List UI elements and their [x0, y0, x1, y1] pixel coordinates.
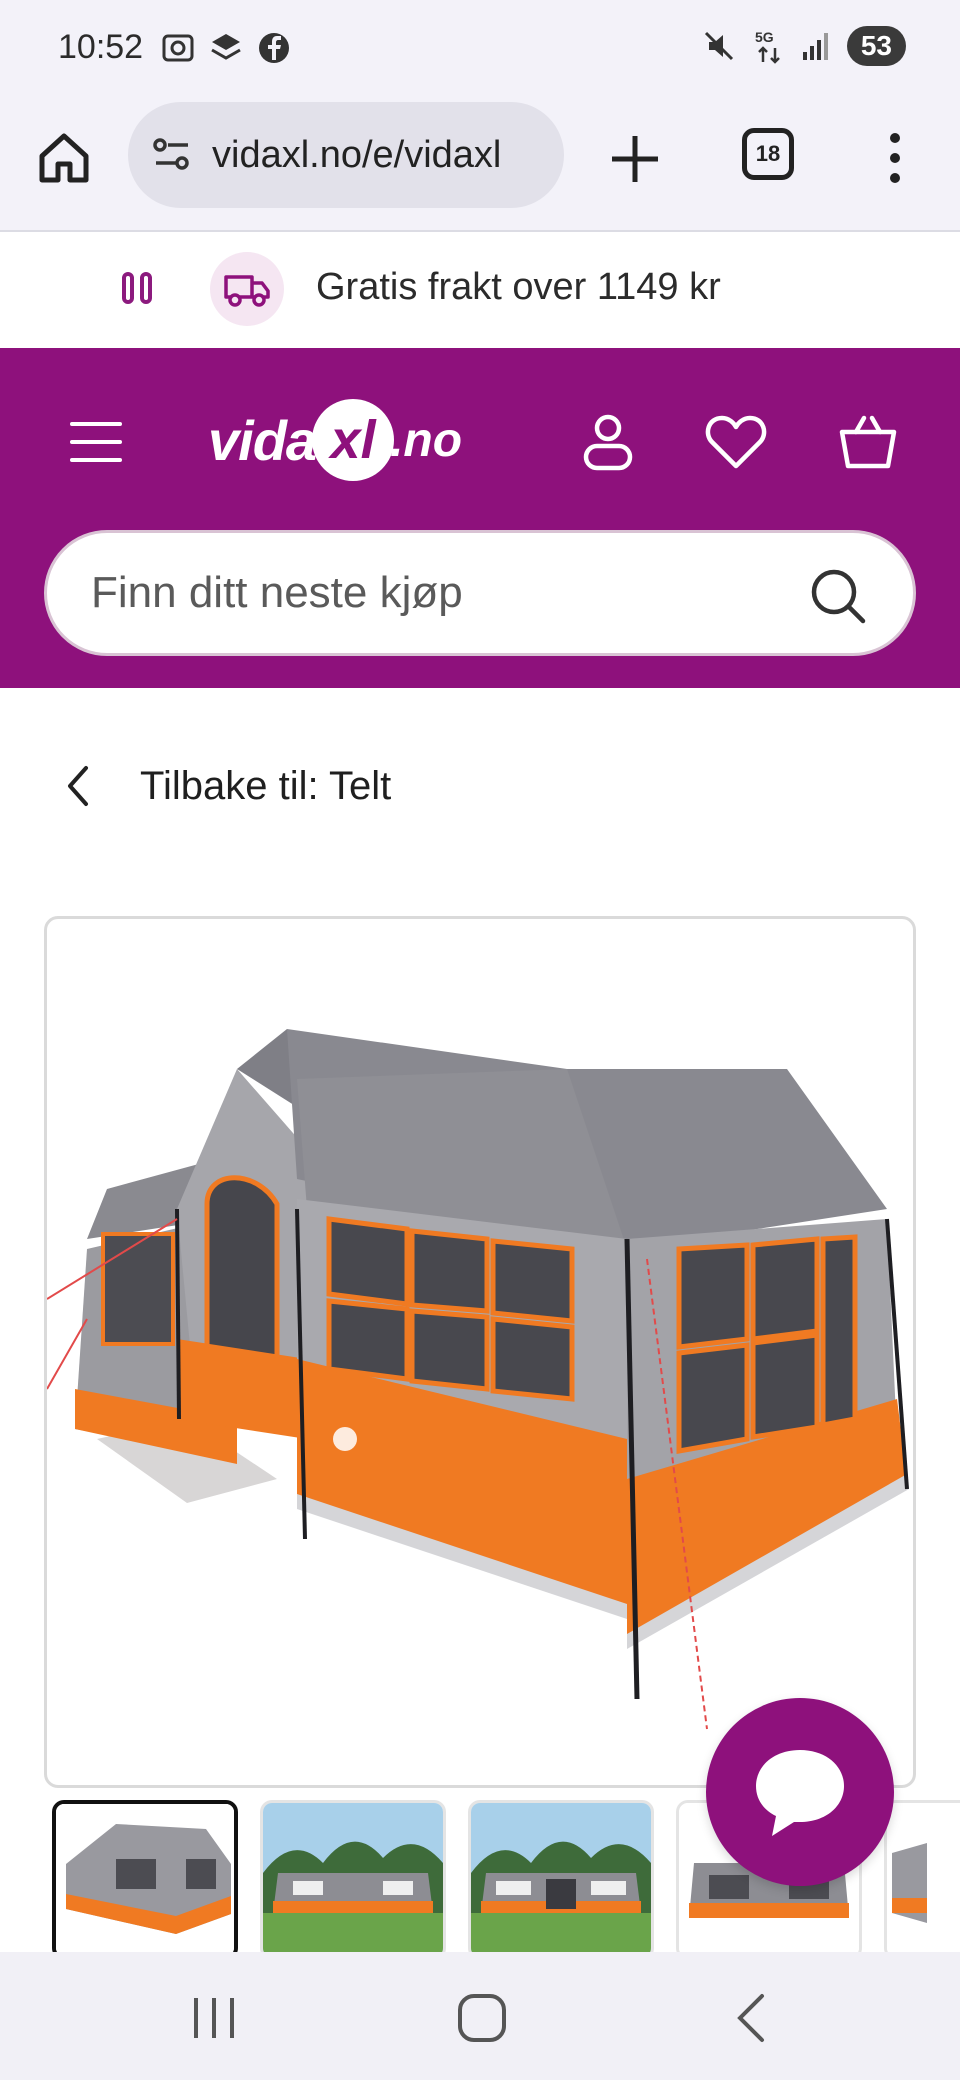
recent-apps-icon[interactable]: [184, 1992, 244, 2044]
back-link-label: Tilbake til: Telt: [140, 763, 392, 808]
thumbnail-1[interactable]: [52, 1800, 238, 1952]
tent-image: [47, 1029, 909, 1730]
battery-indicator: 53: [846, 26, 906, 66]
site-header: vida xl .no: [0, 348, 960, 688]
more-menu-icon[interactable]: [880, 128, 910, 188]
back-to-category-link[interactable]: Tilbake til: Telt: [60, 762, 391, 810]
promo-banner: Gratis frakt over 1149 kr: [0, 232, 960, 348]
hamburger-menu-icon[interactable]: [70, 422, 122, 462]
thumbnail-3[interactable]: [468, 1800, 654, 1952]
browser-toolbar: vidaxl.no/e/vidaxl 18: [0, 100, 960, 232]
vidaxl-logo[interactable]: vida xl .no: [208, 399, 462, 481]
thumbnail-2[interactable]: [260, 1800, 446, 1952]
search-input[interactable]: [91, 568, 771, 618]
chat-button[interactable]: [706, 1698, 894, 1886]
promo-text: Gratis frakt over 1149 kr: [316, 266, 721, 308]
tab-switcher-button[interactable]: 18: [742, 128, 794, 180]
new-tab-icon[interactable]: [600, 124, 670, 194]
url-text: vidaxl.no/e/vidaxl: [212, 133, 502, 176]
search-icon[interactable]: [809, 567, 867, 625]
svg-text:5G: 5G: [755, 29, 774, 45]
home-icon[interactable]: [34, 128, 94, 188]
back-nav-icon[interactable]: [722, 1992, 782, 2044]
site-settings-icon[interactable]: [150, 133, 194, 177]
facebook-icon: [259, 33, 289, 63]
screenshot-icon: [162, 34, 194, 62]
address-bar[interactable]: vidaxl.no/e/vidaxl: [128, 102, 564, 208]
thumbnail-5[interactable]: [884, 1800, 960, 1952]
account-icon[interactable]: [576, 410, 640, 474]
system-navigation-bar: [0, 1952, 960, 2080]
chat-bubble-icon: [756, 1750, 844, 1836]
cart-basket-icon[interactable]: [836, 410, 900, 474]
wishlist-heart-icon[interactable]: [704, 410, 768, 474]
layers-icon: [211, 34, 241, 60]
status-bar: 10:52 5G 53: [0, 0, 960, 100]
delivery-truck-icon: [210, 252, 284, 326]
pause-icon[interactable]: [122, 272, 152, 304]
signal-icon: [802, 33, 828, 60]
home-nav-icon[interactable]: [452, 1992, 512, 2044]
status-notification-icons: [160, 30, 292, 66]
status-time: 10:52: [58, 28, 144, 66]
product-main-image[interactable]: [44, 916, 916, 1788]
network-5g-icon: 5G: [755, 29, 780, 64]
search-bar[interactable]: [44, 530, 916, 656]
status-system-icons: 5G 53: [701, 26, 906, 66]
mute-icon: [704, 31, 733, 61]
chevron-left-icon: [68, 766, 88, 806]
